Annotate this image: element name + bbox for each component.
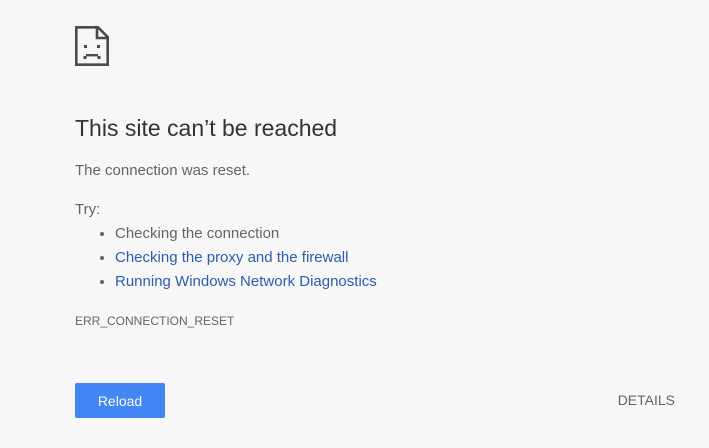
try-label: Try: bbox=[75, 201, 101, 218]
suggestion-network-diagnostics: Running Windows Network Diagnostics bbox=[115, 273, 377, 297]
network-diagnostics-link[interactable]: Running Windows Network Diagnostics bbox=[115, 273, 377, 290]
details-button[interactable]: DETAILS bbox=[618, 383, 675, 418]
sad-page-icon bbox=[75, 26, 109, 66]
suggestions-list: Checking the connection Checking the pro… bbox=[75, 225, 377, 297]
suggestion-check-proxy-firewall: Checking the proxy and the firewall bbox=[115, 249, 377, 273]
suggestion-check-connection: Checking the connection bbox=[115, 225, 377, 249]
error-page: This site can’t be reached The connectio… bbox=[0, 0, 709, 448]
error-summary: The connection was reset. bbox=[75, 162, 251, 179]
proxy-firewall-link[interactable]: Checking the proxy and the firewall bbox=[115, 249, 348, 266]
page-title: This site can’t be reached bbox=[75, 115, 338, 141]
error-code: ERR_CONNECTION_RESET bbox=[75, 314, 235, 328]
suggestion-label: Checking the connection bbox=[115, 225, 280, 242]
reload-button[interactable]: Reload bbox=[75, 383, 165, 418]
